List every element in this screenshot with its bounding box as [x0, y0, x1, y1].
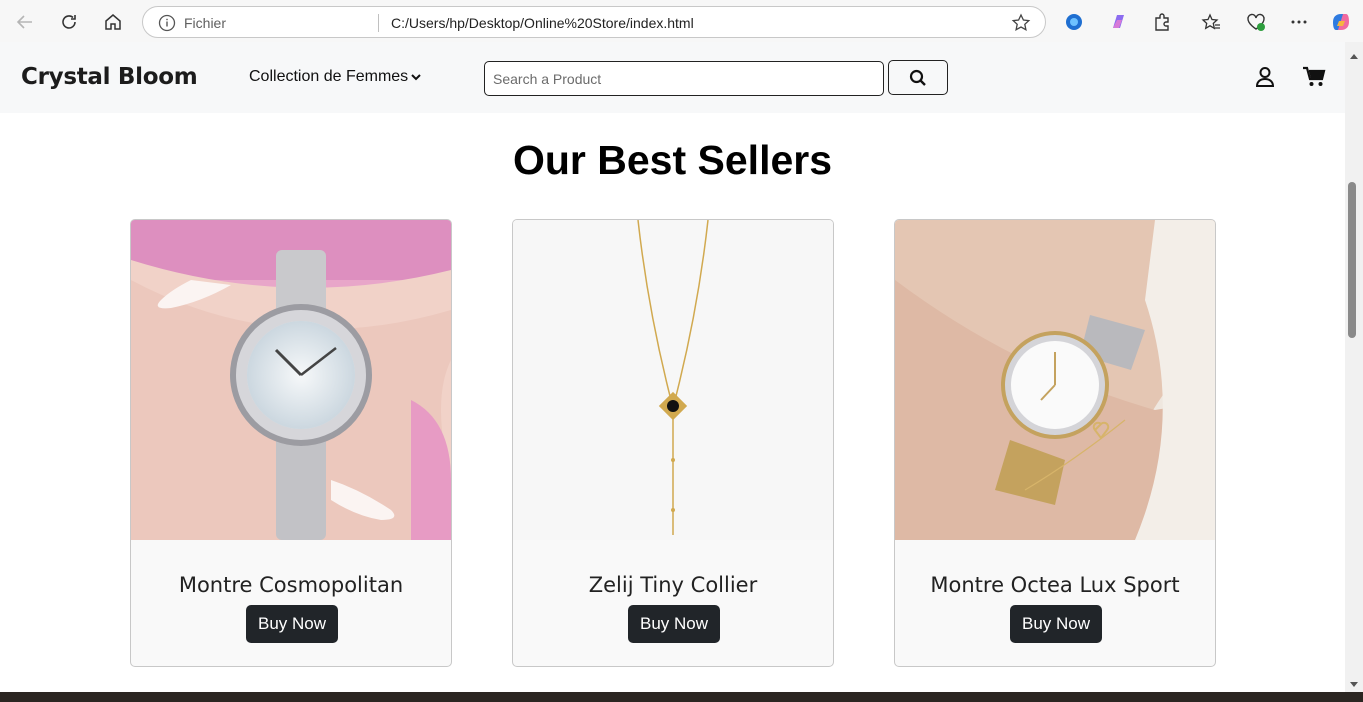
scrollbar-thumb[interactable] [1348, 182, 1356, 338]
extensions-puzzle-icon[interactable] [1151, 11, 1173, 33]
more-menu-icon[interactable] [1288, 11, 1310, 33]
favorites-icon[interactable] [1200, 11, 1222, 33]
product-image-necklace[interactable] [513, 220, 833, 540]
back-icon[interactable] [14, 11, 36, 33]
product-card: Montre Cosmopolitan Buy Now [130, 219, 452, 667]
refresh-icon[interactable] [58, 11, 80, 33]
product-name: Zelij Tiny Collier [588, 573, 758, 597]
scheme-label: Fichier [184, 15, 227, 31]
browser-health-icon[interactable] [1245, 11, 1267, 33]
search-input[interactable] [484, 61, 884, 96]
url-text[interactable]: C:/Users/hp/Desktop/Online%20Store/index… [391, 15, 694, 31]
search-button[interactable] [888, 60, 948, 95]
address-bar[interactable]: Fichier C:/Users/hp/Desktop/Online%20Sto… [142, 6, 1046, 38]
home-icon[interactable] [102, 11, 124, 33]
browser-toolbar: Fichier C:/Users/hp/Desktop/Online%20Sto… [0, 0, 1363, 42]
product-name: Montre Octea Lux Sport [930, 573, 1180, 597]
collection-dropdown[interactable]: Collection de Femmes [249, 68, 421, 86]
shopping-cart-icon[interactable] [1302, 66, 1326, 93]
product-card: Montre Octea Lux Sport Buy Now [894, 219, 1216, 667]
site-header: Crystal Bloom Collection de Femmes [0, 42, 1345, 113]
info-icon[interactable] [158, 14, 176, 37]
collection-label: Collection de Femmes [249, 68, 409, 85]
extension-icon[interactable] [1063, 11, 1085, 33]
chevron-down-icon [411, 74, 421, 81]
page-title: Our Best Sellers [512, 137, 833, 183]
buy-now-button[interactable]: Buy Now [628, 605, 721, 643]
product-image-watch[interactable] [895, 220, 1215, 540]
buy-now-button[interactable]: Buy Now [246, 605, 339, 643]
divider [378, 14, 379, 32]
user-account-icon[interactable] [1255, 66, 1275, 93]
favorite-star-icon[interactable] [1011, 13, 1031, 38]
copilot-icon[interactable] [1330, 11, 1352, 33]
buy-now-button[interactable]: Buy Now [1010, 605, 1103, 643]
scrollbar-track[interactable] [1345, 42, 1363, 692]
product-image-watch[interactable] [131, 220, 451, 540]
site-logo[interactable]: Crystal Bloom [21, 64, 198, 90]
scroll-up-icon[interactable] [1349, 47, 1359, 65]
taskbar-strip [0, 692, 1363, 702]
search-icon [909, 69, 926, 86]
product-card: Zelij Tiny Collier Buy Now [512, 219, 834, 667]
designer-icon[interactable] [1107, 11, 1129, 33]
product-name: Montre Cosmopolitan [178, 573, 404, 597]
